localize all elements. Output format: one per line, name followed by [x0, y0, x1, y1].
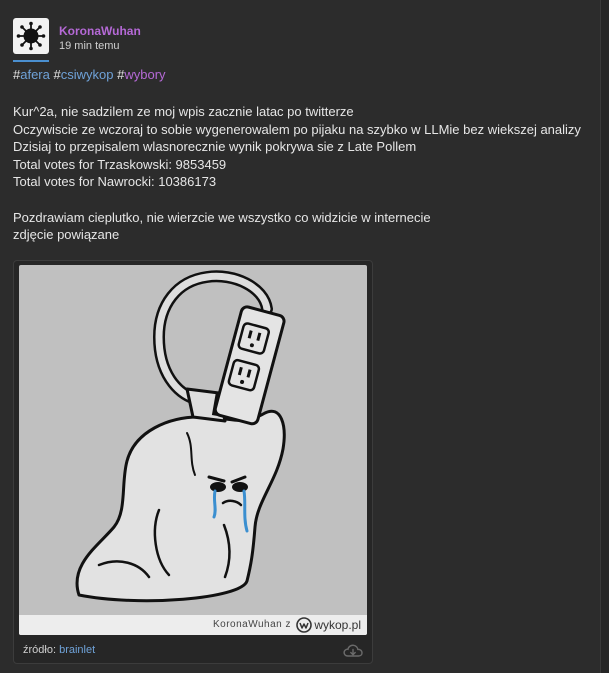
watermark-text: KoronaWuhan z — [213, 619, 291, 630]
tag-label: afera — [20, 67, 50, 82]
source-label: źródło: — [23, 644, 57, 656]
body-line: Dzisiaj to przepisalem wlasnorecznie wyn… — [13, 139, 417, 155]
body-line: Oczywiscie ze wczoraj to sobie wygenerow… — [13, 121, 581, 137]
author-username[interactable]: KoronaWuhan — [59, 24, 141, 38]
watermark: KoronaWuhan z wykop.pl — [19, 615, 367, 635]
embedded-image-card: KoronaWuhan z wykop.pl źródło: brainlet — [13, 260, 373, 664]
entry-body: Kur^2a, nie sadzilem ze moj wpis zacznie… — [13, 103, 581, 244]
body-line: Total votes for Nawrocki: 10386173 — [13, 174, 217, 190]
tag-list: #afera #csiwykop #wybory — [13, 67, 166, 82]
wykop-logo-icon — [296, 617, 313, 633]
wykop-logo: wykop.pl — [296, 617, 361, 633]
avatar[interactable] — [13, 18, 49, 54]
tag-hash: # — [53, 67, 61, 82]
cloud-download-icon[interactable] — [342, 643, 364, 662]
watermark-author: KoronaWuhan — [212, 619, 283, 630]
entry-card: KoronaWuhan 19 min temu #afera #csiwykop… — [0, 0, 601, 673]
virus-avatar-icon — [16, 21, 46, 51]
body-line: Pozdrawiam cieplutko, nie wierzcie we ws… — [13, 209, 431, 225]
crying-power-strip-illustration — [75, 270, 286, 603]
tag-wybory[interactable]: #wybory — [117, 67, 165, 82]
tag-afera[interactable]: #afera — [13, 67, 50, 82]
body-line: Kur^2a, nie sadzilem ze moj wpis zacznie… — [13, 104, 354, 119]
right-gutter — [601, 0, 609, 673]
avatar-underline — [13, 60, 49, 62]
wykop-logo-text: wykop.pl — [314, 618, 361, 632]
embed-footer: źródło: brainlet — [14, 639, 372, 663]
embedded-image[interactable]: KoronaWuhan z wykop.pl — [19, 265, 367, 635]
post-time[interactable]: 19 min temu — [59, 40, 120, 52]
watermark-z: z — [285, 619, 291, 630]
tag-label: csiwykop — [60, 67, 114, 82]
source-line: źródło: brainlet — [23, 644, 95, 656]
body-line: Total votes for Trzaskowski: 9853459 — [13, 156, 227, 172]
body-line: zdjęcie powiązane — [13, 227, 120, 243]
source-link[interactable]: brainlet — [59, 644, 95, 656]
tag-label: wybory — [124, 67, 166, 82]
tag-csiwykop[interactable]: #csiwykop — [54, 67, 114, 82]
